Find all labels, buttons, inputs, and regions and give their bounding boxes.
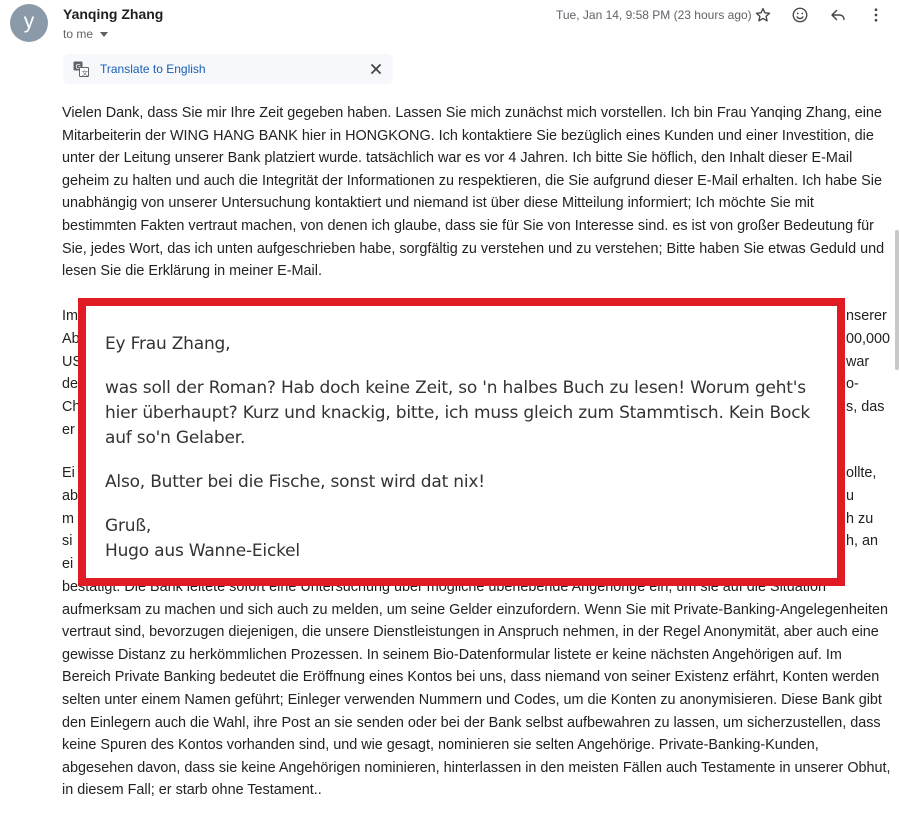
reply-closing: Gruß, — [105, 516, 152, 536]
scrollbar[interactable] — [894, 0, 900, 813]
fragment: u — [846, 488, 855, 504]
reply-signature: Hugo aus Wanne-Eickel — [105, 541, 300, 561]
fragment: ei — [62, 556, 74, 572]
fragment: ab — [62, 488, 79, 504]
email-paragraph: bestätigt. Die Bank leitete sofort eine … — [62, 579, 891, 799]
fragment: de — [62, 376, 79, 392]
reply-overlay-box: Ey Frau Zhang, was soll der Roman? Hab d… — [78, 298, 845, 586]
fragment: o- — [846, 376, 859, 392]
fragment: Ei — [62, 465, 75, 481]
fragment: war — [846, 354, 870, 370]
fragment: 00,000 — [846, 331, 891, 347]
fragment: Im — [62, 308, 78, 324]
reply-greeting: Ey Frau Zhang, — [105, 334, 231, 354]
reply-line: Also, Butter bei die Fische, sonst wird … — [105, 472, 485, 492]
scrollbar-thumb[interactable] — [895, 230, 899, 370]
fragment: nserer — [846, 308, 887, 324]
fragment: er — [62, 422, 75, 438]
fragment: Ab — [62, 331, 80, 347]
reply-line: was soll der Roman? Hab doch keine Zeit,… — [105, 378, 810, 448]
fragment: ollte, — [846, 465, 877, 481]
fragment: h, an — [846, 533, 879, 549]
fragment: s, das — [846, 399, 885, 415]
fragment: m — [62, 511, 74, 527]
fragment: si — [62, 533, 73, 549]
fragment: h zu — [846, 511, 874, 527]
